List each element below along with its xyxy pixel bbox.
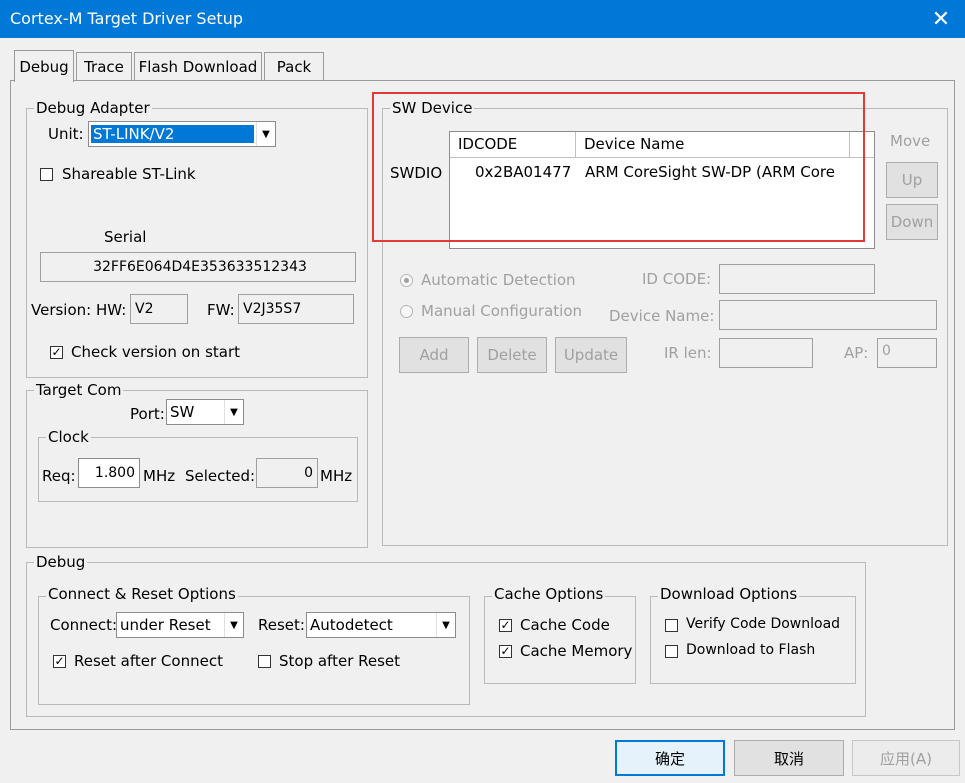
debug-adapter-title: Debug Adapter — [34, 99, 152, 117]
reset-select-value: Autodetect — [310, 616, 393, 634]
cache-options-group — [484, 596, 636, 684]
auto-detect-label: Automatic Detection — [421, 271, 576, 289]
serial-field: 32FF6E064D4E353633512343 — [40, 252, 356, 282]
auto-detect-radio[interactable] — [400, 274, 413, 287]
verify-code-download-label: Verify Code Download — [686, 616, 841, 632]
ap-label: AP: — [844, 344, 869, 362]
check-version-checkbox[interactable]: ✓ — [50, 346, 63, 359]
reset-label: Reset: — [258, 616, 305, 634]
unit-label: Unit: — [48, 125, 84, 143]
chevron-down-icon: ▼ — [224, 613, 243, 637]
close-icon[interactable]: ✕ — [917, 0, 965, 38]
unit-select-value: ST-LINK/V2 — [91, 125, 254, 143]
reset-after-connect-checkbox[interactable]: ✓ — [53, 655, 66, 668]
ir-len-label: IR len: — [664, 344, 712, 362]
connect-select-value: under Reset — [120, 616, 211, 634]
connect-label: Connect: — [50, 616, 118, 634]
move-label: Move — [890, 132, 931, 150]
delete-button[interactable]: Delete — [477, 337, 547, 373]
cache-options-title: Cache Options — [492, 585, 606, 603]
fw-field: V2J35S7 — [238, 294, 354, 324]
cache-code-checkbox[interactable]: ✓ — [499, 619, 512, 632]
download-options-group — [650, 596, 856, 684]
chevron-down-icon: ▼ — [436, 613, 455, 637]
cache-memory-label: Cache Memory — [520, 642, 633, 660]
reset-select[interactable]: Autodetect ▼ — [306, 612, 456, 638]
tab-debug[interactable]: Debug — [14, 50, 74, 82]
tab-trace[interactable]: Trace — [76, 52, 132, 80]
debug-options-title: Debug — [34, 553, 88, 571]
cancel-button[interactable]: 取消 — [734, 740, 844, 776]
port-select-value: SW — [170, 403, 195, 421]
target-com-title: Target Com — [34, 381, 124, 399]
fw-label: FW: — [207, 301, 235, 319]
req-input[interactable]: 1.800 — [78, 458, 140, 488]
mhz-label: MHz — [320, 467, 353, 485]
chevron-down-icon: ▼ — [224, 400, 243, 424]
move-down-button[interactable]: Down — [886, 204, 938, 240]
add-button[interactable]: Add — [399, 337, 469, 373]
connect-select[interactable]: under Reset ▼ — [116, 612, 244, 638]
window-title: Cortex-M Target Driver Setup — [10, 9, 243, 28]
id-code-label: ID CODE: — [642, 270, 712, 288]
id-code-field[interactable] — [719, 264, 875, 294]
manual-config-radio[interactable] — [400, 305, 413, 318]
mhz-label: MHz — [143, 467, 176, 485]
ap-field[interactable]: 0 — [877, 338, 937, 368]
version-hw-label: Version: HW: — [31, 301, 127, 319]
tab-flash-download[interactable]: Flash Download — [134, 52, 262, 80]
verify-code-download-checkbox[interactable] — [665, 619, 678, 632]
connect-reset-title: Connect & Reset Options — [46, 585, 238, 603]
device-name-label: Device Name: — [609, 307, 715, 325]
check-version-label: Check version on start — [71, 343, 241, 361]
hw-field: V2 — [130, 294, 188, 324]
move-up-button[interactable]: Up — [886, 162, 938, 198]
download-options-title: Download Options — [658, 585, 800, 603]
reset-after-connect-label: Reset after Connect — [74, 652, 223, 670]
serial-label: Serial — [104, 228, 147, 246]
download-to-flash-label: Download to Flash — [686, 642, 816, 658]
shareable-checkbox[interactable] — [40, 168, 53, 181]
manual-config-label: Manual Configuration — [421, 302, 583, 320]
ok-button[interactable]: 确定 — [615, 740, 725, 776]
port-label: Port: — [130, 405, 165, 423]
ir-len-field[interactable] — [719, 338, 813, 368]
download-to-flash-checkbox[interactable] — [665, 645, 678, 658]
unit-select[interactable]: ST-LINK/V2 ▼ — [88, 121, 276, 147]
cache-code-label: Cache Code — [520, 616, 610, 634]
stop-after-reset-label: Stop after Reset — [279, 652, 401, 670]
title-bar: Cortex-M Target Driver Setup ✕ — [0, 0, 965, 38]
tab-pack[interactable]: Pack — [264, 52, 324, 80]
cache-memory-checkbox[interactable]: ✓ — [499, 645, 512, 658]
port-select[interactable]: SW ▼ — [166, 399, 244, 425]
stop-after-reset-checkbox[interactable] — [258, 655, 271, 668]
debug-adapter-group — [26, 108, 368, 378]
apply-button[interactable]: 应用(A) — [852, 740, 960, 776]
clock-title: Clock — [46, 428, 91, 446]
device-name-field[interactable] — [719, 300, 937, 330]
req-label: Req: — [42, 467, 76, 485]
selected-label: Selected: — [185, 467, 256, 485]
selected-field: 0 — [256, 458, 318, 488]
shareable-label: Shareable ST-Link — [62, 165, 196, 183]
chevron-down-icon: ▼ — [256, 122, 275, 146]
update-button[interactable]: Update — [555, 337, 627, 373]
highlight-box — [372, 92, 865, 242]
